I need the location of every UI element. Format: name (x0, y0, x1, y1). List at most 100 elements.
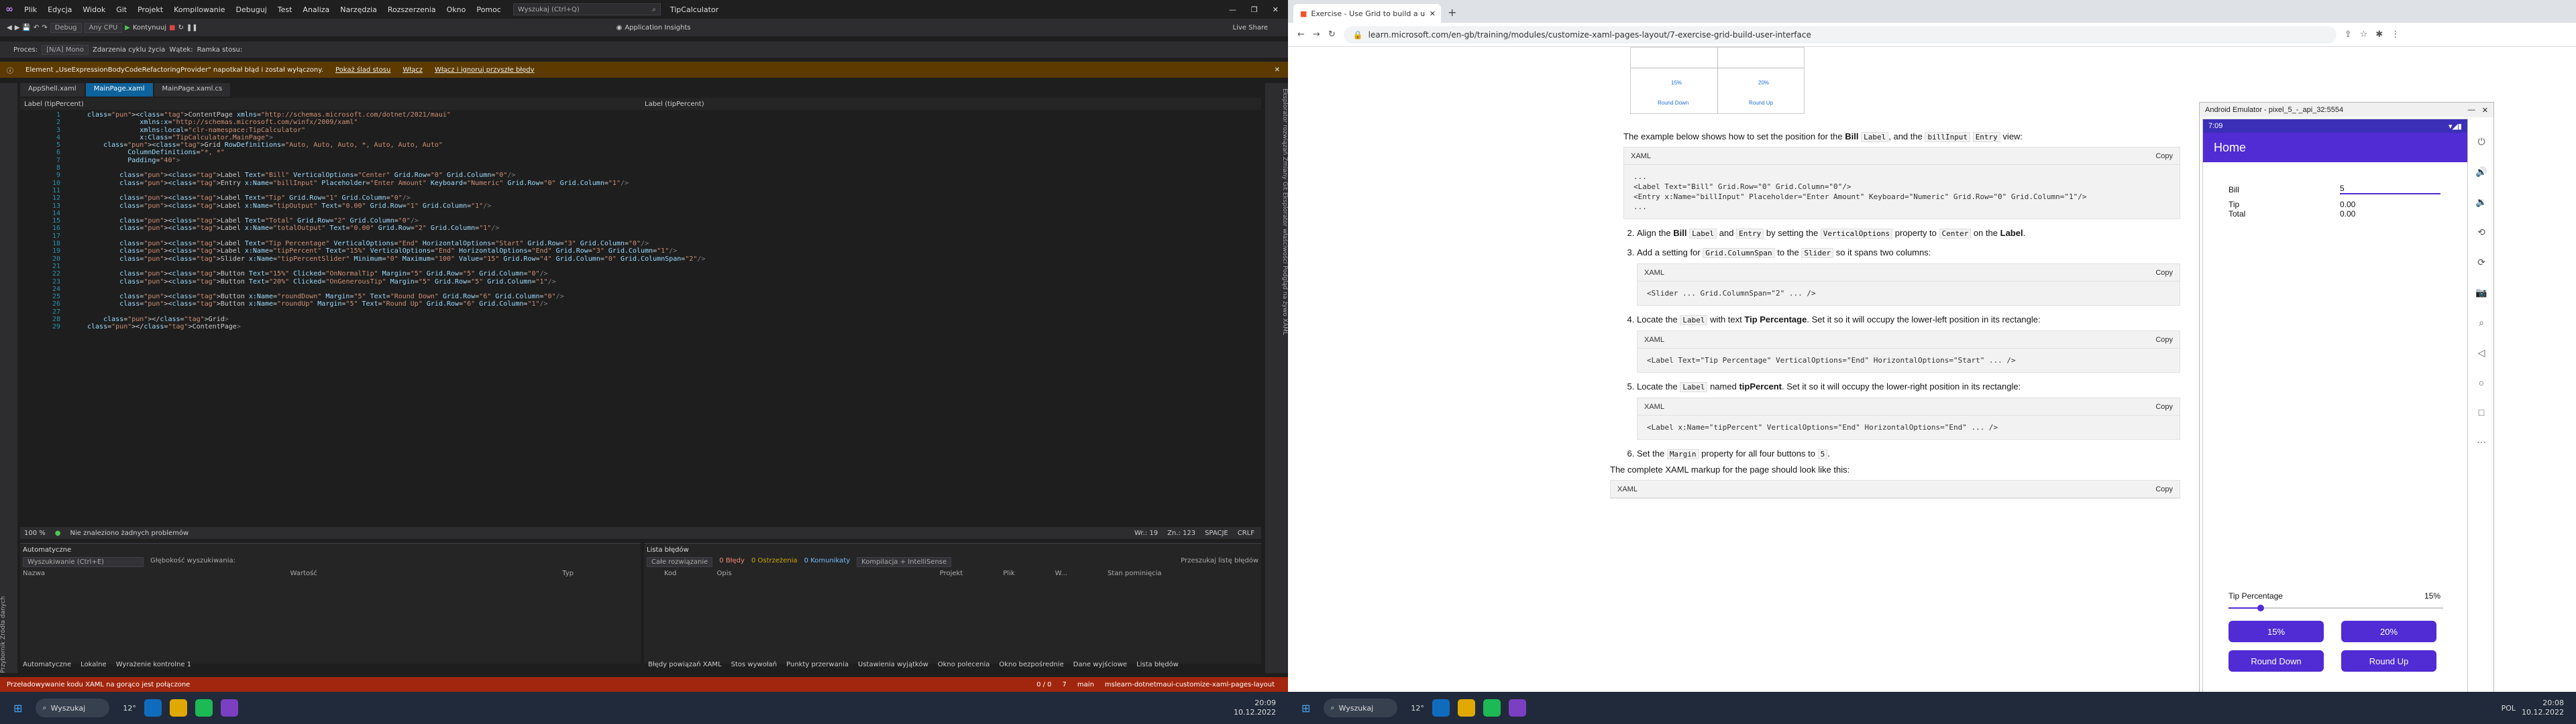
code-line[interactable]: xmlns:local="clr-namespace:TipCalculator… (87, 127, 705, 134)
process-select[interactable]: [N/A] Mono (42, 44, 89, 55)
liveshare-button[interactable]: Live Share (1233, 24, 1268, 32)
rotate-right-icon[interactable]: ⟳ (2477, 257, 2485, 268)
bottom-tab-0[interactable]: Błędy powiązań XAML (648, 661, 722, 668)
lang-indicator[interactable]: POL (2502, 704, 2516, 713)
copy-button[interactable]: Copy (2155, 334, 2173, 346)
tip-slider[interactable] (2229, 605, 2443, 611)
address-bar[interactable]: 🔒 learn.microsoft.com/en-gb/training/mod… (1343, 25, 2337, 44)
config-select[interactable]: Debug (50, 22, 82, 33)
code-line[interactable]: class="pun"><class="tag">Button x:Name="… (87, 300, 705, 308)
menu-item-12[interactable]: Pomoc (471, 5, 506, 14)
reload-icon[interactable]: ↻ (1328, 29, 1336, 40)
new-tab-icon[interactable]: + (1448, 6, 1456, 19)
code-line[interactable]: class="pun"><class="tag">Label Text="Tip… (87, 240, 705, 247)
code-line[interactable] (87, 210, 705, 217)
weather-text[interactable]: 12° (123, 704, 136, 713)
round-up-button[interactable]: Round Up (2341, 650, 2436, 672)
pause-icon[interactable]: ❚❚ (186, 24, 198, 32)
volume-down-icon[interactable]: 🔉 (2475, 196, 2487, 208)
bottom-tab-4[interactable]: Okno polecenia (938, 661, 990, 668)
code-line[interactable]: class="pun"><class="tag">Label x:Name="t… (87, 247, 705, 255)
bottom-tab-3[interactable]: Ustawienia wyjątków (858, 661, 928, 668)
taskbar-search[interactable]: ⌕ Wyszukaj (1324, 699, 1398, 717)
warnings-filter[interactable]: 0 Ostrzeżenia (751, 557, 798, 567)
code-text[interactable]: class="pun"><class="tag">ContentPage xml… (87, 111, 705, 331)
forward-icon[interactable]: ▶ (15, 24, 20, 32)
extensions-icon[interactable]: ✱ (2375, 29, 2383, 40)
more-icon[interactable]: ⋯ (2477, 436, 2486, 448)
slider-thumb[interactable] (2257, 605, 2264, 611)
errorlist-search[interactable]: Przeszukaj listę błędów (1181, 557, 1258, 567)
btn-15-percent[interactable]: 15% (2229, 621, 2324, 642)
code-line[interactable]: class="pun"><class="tag">ContentPage xml… (87, 111, 705, 119)
errors-filter[interactable]: 0 Błędy (719, 557, 745, 567)
code-line[interactable]: class="pun"><class="tag">Label Text="Tip… (87, 194, 705, 202)
emu-minimize-icon[interactable]: — (2468, 106, 2475, 115)
platform-select[interactable]: Any CPU (84, 22, 123, 33)
close-icon[interactable]: ✕ (1273, 5, 1279, 14)
messages-filter[interactable]: 0 Komunikaty (804, 557, 851, 567)
share-icon[interactable]: ⇪ (2345, 29, 2352, 40)
left-tool-strip[interactable]: Przybornik Źródła danych (0, 83, 17, 673)
btn-20-percent[interactable]: 20% (2341, 621, 2436, 642)
app-spotify-icon[interactable] (195, 699, 213, 717)
eol-mode[interactable]: CRLF (1238, 530, 1254, 537)
zoom-level[interactable]: 100 % (24, 530, 46, 537)
right-tool-strip[interactable]: Eksplorator rozwiązań Zmiany Git Eksplor… (1265, 83, 1288, 673)
branch-name[interactable]: main (1077, 681, 1094, 688)
code-line[interactable]: class="pun"><class="tag">Grid RowDefinit… (87, 141, 705, 149)
camera-icon[interactable]: 📷 (2475, 287, 2487, 298)
tab-watch[interactable]: Wyrażenie kontrolne 1 (116, 661, 191, 668)
back-icon[interactable]: ◀ (7, 24, 12, 32)
scope-select[interactable]: Całe rozwiązanie (647, 557, 713, 567)
taskbar-clock[interactable]: 20:08 10.12.2022 (2522, 699, 2564, 717)
restart-icon[interactable]: ↻ (178, 24, 183, 32)
menu-item-9[interactable]: Narzędzia (335, 5, 382, 14)
menu-item-4[interactable]: Projekt (132, 5, 168, 14)
minimize-icon[interactable]: — (1229, 5, 1236, 14)
repo-name[interactable]: mslearn-dotnetmaui-customize-xaml-pages-… (1105, 681, 1275, 688)
app-visualstudio-icon[interactable] (1508, 699, 1526, 717)
bottom-tab-5[interactable]: Okno bezpośrednie (999, 661, 1063, 668)
code-line[interactable]: class="pun"><class="tag">Label Text="Tot… (87, 217, 705, 225)
round-down-button[interactable]: Round Down (2229, 650, 2324, 672)
bottom-tab-1[interactable]: Stos wywołań (731, 661, 777, 668)
app-explorer-icon[interactable] (169, 699, 187, 717)
continue-button[interactable]: Kontynuuj (133, 24, 166, 32)
code-line[interactable]: class="pun"><class="tag">Button Text="20… (87, 278, 705, 286)
zoom-icon[interactable]: ⌕ (2479, 317, 2484, 328)
code-line[interactable] (87, 187, 705, 194)
emu-close-icon[interactable]: ✕ (2482, 106, 2488, 115)
tab-close-icon[interactable]: ✕ (1430, 9, 1436, 18)
autos-search[interactable]: Wyszukiwanie (Ctrl+E) (23, 557, 144, 567)
infobar-close-icon[interactable]: ✕ (1275, 66, 1280, 74)
tab-autos[interactable]: Automatyczne (23, 661, 71, 668)
copy-button[interactable]: Copy (2155, 267, 2173, 279)
overview-nav-icon[interactable]: □ (2479, 407, 2484, 418)
menu-item-6[interactable]: Debuguj (231, 5, 272, 14)
code-editor[interactable]: 1 2 3 4 5 6 7 8 9 10 11 12 13 14 15 16 17 18 19 20 21 22 23 24 2… (20, 111, 1261, 524)
code-line[interactable]: class="pun"><class="tag">Button Text="15… (87, 270, 705, 278)
power-icon[interactable]: ⏻ (2477, 136, 2485, 147)
copy-button[interactable]: Copy (2155, 401, 2173, 413)
code-line[interactable]: class="pun"></class="tag">Grid> (87, 316, 705, 323)
back-arrow-icon[interactable]: ← (1297, 29, 1305, 40)
menu-item-1[interactable]: Edycja (42, 5, 77, 14)
star-icon[interactable]: ☆ (2360, 29, 2368, 40)
code-line[interactable]: class="pun"></class="tag">ContentPage> (87, 323, 705, 330)
menu-item-5[interactable]: Kompilowanie (168, 5, 230, 14)
code-line[interactable]: class="pun"><class="tag">Button x:Name="… (87, 293, 705, 300)
home-nav-icon[interactable]: ○ (2479, 377, 2484, 388)
taskbar-clock[interactable]: 20:09 10.12.2022 (1234, 699, 1276, 717)
app-edge-icon[interactable] (1432, 699, 1450, 717)
weather-text[interactable]: 12° (1411, 704, 1424, 713)
taskbar-search[interactable]: ⌕ Wyszukaj (36, 699, 110, 717)
play-icon[interactable]: ▶ (125, 24, 130, 32)
back-nav-icon[interactable]: ◁ (2478, 347, 2485, 359)
code-line[interactable]: class="pun"><class="tag">Entry x:Name="b… (87, 180, 705, 187)
bottom-tab-6[interactable]: Dane wyjściowe (1073, 661, 1127, 668)
code-line[interactable] (87, 308, 705, 316)
tab-mainpage-xaml[interactable]: MainPage.xaml (85, 83, 153, 97)
bill-entry[interactable]: 5 (2340, 184, 2440, 194)
hotreload-status[interactable]: Przeładowywanie kodu XAML na gorąco jest… (7, 681, 190, 688)
